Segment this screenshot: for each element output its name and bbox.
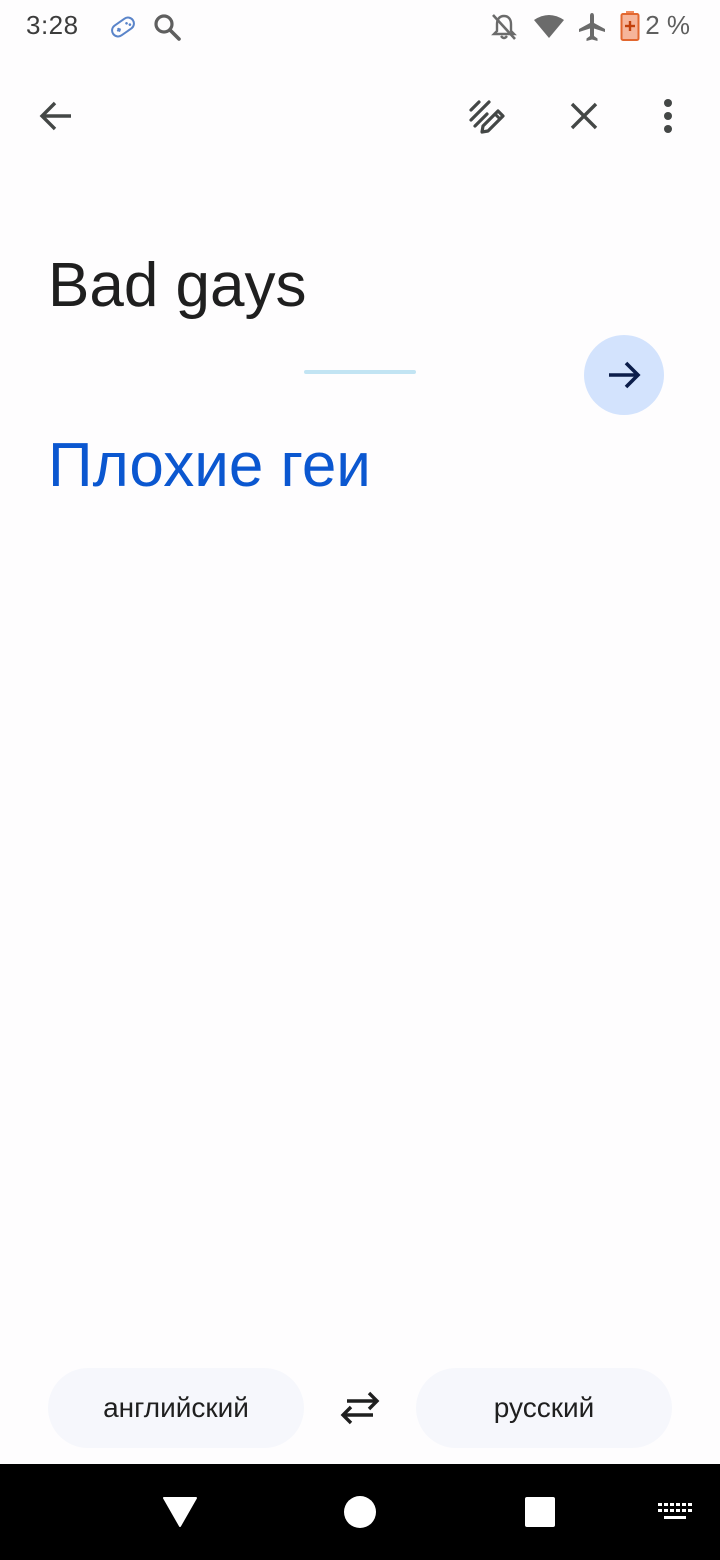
wifi-icon xyxy=(534,15,564,38)
clear-button[interactable] xyxy=(556,88,612,144)
nav-back-icon xyxy=(163,1497,197,1527)
status-time: 3:28 xyxy=(26,10,79,40)
translate-go-button[interactable] xyxy=(584,335,664,415)
handwriting-button[interactable] xyxy=(459,88,515,144)
more-vert-icon xyxy=(664,99,672,133)
nav-home-icon xyxy=(344,1496,376,1528)
nav-home-button[interactable] xyxy=(330,1482,390,1542)
handwriting-icon xyxy=(469,100,505,134)
navigation-bar xyxy=(0,1464,720,1560)
source-language-label: английский xyxy=(103,1392,249,1423)
source-text[interactable]: Bad gays xyxy=(48,250,307,321)
divider xyxy=(304,370,416,374)
keyboard-icon xyxy=(658,1503,692,1519)
swap-languages-button[interactable] xyxy=(330,1378,390,1438)
search-icon xyxy=(154,14,181,41)
back-button[interactable] xyxy=(28,88,84,144)
nav-back-button[interactable] xyxy=(150,1482,210,1542)
game-controller-icon xyxy=(111,16,135,38)
more-options-button[interactable] xyxy=(640,88,696,144)
target-language-button[interactable]: русский xyxy=(416,1368,672,1448)
status-bar: 3:28 2 % xyxy=(0,0,720,56)
close-icon xyxy=(570,102,598,130)
translate-screen: 3:28 2 % Bad gays Плохие геи английский … xyxy=(0,0,720,1560)
arrow-forward-icon xyxy=(609,361,641,389)
keyboard-button[interactable] xyxy=(650,1492,700,1532)
notifications-off-icon xyxy=(491,14,517,40)
swap-arrows-icon xyxy=(340,1391,380,1425)
translated-text: Плохие геи xyxy=(48,431,371,500)
back-arrow-icon xyxy=(39,101,71,131)
nav-recents-button[interactable] xyxy=(510,1482,570,1542)
battery-percent: 2 % xyxy=(645,10,690,40)
airplane-icon xyxy=(579,13,605,41)
battery-low-icon xyxy=(620,11,640,41)
source-language-button[interactable]: английский xyxy=(48,1368,304,1448)
nav-recents-icon xyxy=(525,1497,555,1527)
target-language-label: русский xyxy=(493,1392,595,1423)
